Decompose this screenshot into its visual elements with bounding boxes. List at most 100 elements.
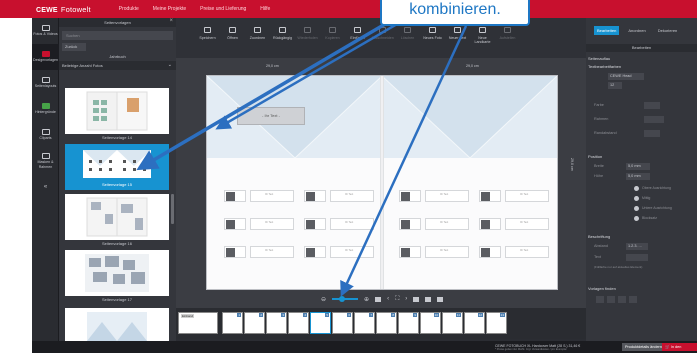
template-tile[interactable] <box>65 194 169 240</box>
thumbnail-cover[interactable]: Einband <box>178 312 218 334</box>
photo-cell[interactable] <box>224 190 246 202</box>
radio-justify[interactable] <box>634 216 639 221</box>
template-shortcut-icon[interactable] <box>607 296 615 303</box>
thumbnail-page[interactable]: 3 <box>266 312 287 334</box>
tab-decorate[interactable]: Dekorieren <box>655 26 681 35</box>
radio-bottom-align[interactable] <box>634 206 639 211</box>
thumbnail-page[interactable]: 1 <box>222 312 243 334</box>
template-tile[interactable] <box>65 250 169 296</box>
padding-input[interactable] <box>644 130 660 137</box>
zoom-slider-knob[interactable] <box>339 296 346 302</box>
view-grid-icon[interactable] <box>437 296 444 302</box>
photo-cell[interactable] <box>479 246 501 258</box>
photo-frame-right[interactable] <box>382 76 557 158</box>
section-position-title[interactable]: Position <box>588 154 695 159</box>
text-cell[interactable]: Ihr Text <box>425 246 469 258</box>
rail-item-backgrounds[interactable]: Hintergründe <box>32 96 59 122</box>
add-to-cart-button[interactable]: 🛒 In den Warenkorb <box>662 343 697 351</box>
radio-top-align[interactable] <box>634 186 639 191</box>
photo-cell[interactable] <box>304 246 326 258</box>
text-cell[interactable]: Ihr Text <box>330 190 374 202</box>
fit-page-icon[interactable] <box>375 296 382 302</box>
thumbnail-page[interactable]: 10 <box>420 312 441 334</box>
thumbnail-page[interactable]: 8 <box>376 312 397 334</box>
zoom-slider[interactable] <box>332 296 359 302</box>
text-cell[interactable]: Ihr Text <box>250 218 294 230</box>
close-icon[interactable]: × <box>169 18 173 24</box>
text-cell[interactable]: Ihr Text <box>250 190 294 202</box>
photo-cell[interactable] <box>304 218 326 230</box>
text-cell[interactable]: Ihr Text <box>250 246 294 258</box>
section-page-title[interactable]: Seitenauflau <box>588 56 695 61</box>
left-page[interactable]: - Ihr Text - Ihr Text Ihr Text Ihr Text … <box>207 76 382 289</box>
rail-item-templates[interactable]: Designvorlagen <box>32 44 59 70</box>
radio-center[interactable] <box>634 196 639 201</box>
next-page-icon[interactable]: › <box>405 296 407 302</box>
template-tile-selected[interactable]: Seitenvorlage 15 <box>65 144 169 190</box>
zoom-out-icon[interactable]: ⊖ <box>321 296 326 303</box>
template-shortcut-icon[interactable] <box>596 296 604 303</box>
photo-cell[interactable] <box>479 218 501 230</box>
assign-button[interactable]: Zuordnen <box>246 18 269 58</box>
photo-cell[interactable] <box>399 190 421 202</box>
photo-count-select[interactable]: Beliebige Anzahl Fotos ⌄ <box>59 61 176 70</box>
product-details-button[interactable]: Produktdetails ändern <box>622 343 665 351</box>
thumbnail-page[interactable]: 7 <box>354 312 375 334</box>
editing-canvas[interactable]: 29,0 cm 29,0 cm - Ihr Text - Ihr Text Ih… <box>176 58 586 308</box>
text-cell[interactable]: Ihr Text <box>330 218 374 230</box>
text-cell[interactable]: Ihr Text <box>505 190 549 202</box>
rail-item-layouts[interactable]: Seitenlayouts <box>32 70 59 96</box>
thumbnail-page[interactable]: 13 <box>486 312 507 334</box>
photo-cell[interactable] <box>304 190 326 202</box>
view-single-icon[interactable] <box>413 296 420 302</box>
rail-item-cliparts[interactable]: Cliparts <box>32 122 59 148</box>
rail-item-masks[interactable]: Masken & Rahmen <box>32 148 59 174</box>
tab-edit[interactable]: Bearbeiten <box>594 26 620 35</box>
font-select[interactable]: CEWE Head <box>608 73 644 80</box>
undo-button[interactable]: Rückgängig <box>271 18 294 58</box>
section-templates-title[interactable]: Vorlagen finden <box>588 286 695 291</box>
prev-page-icon[interactable]: ‹ <box>387 296 389 302</box>
view-spread-icon[interactable] <box>425 296 432 302</box>
frame-select[interactable] <box>644 116 664 123</box>
rail-collapse-button[interactable]: « <box>32 174 59 200</box>
nav-my-projects[interactable]: Meine Projekte <box>153 6 186 12</box>
thumbnail-page[interactable]: 6 <box>332 312 353 334</box>
photobook-spread[interactable]: - Ihr Text - Ihr Text Ihr Text Ihr Text … <box>207 76 557 289</box>
thumbnail-page[interactable]: 2 <box>244 312 265 334</box>
text-cell[interactable]: Ihr Text <box>330 246 374 258</box>
thumbnail-page[interactable]: 4 <box>288 312 309 334</box>
nav-help[interactable]: Hilfe <box>260 6 270 12</box>
caption-text-input[interactable] <box>626 254 648 261</box>
paste-button[interactable]: Einfügen <box>346 18 369 58</box>
numbering-select[interactable]: 1.2.3. ... <box>626 243 648 250</box>
height-input[interactable]: 5,0 mm <box>626 173 650 180</box>
width-input[interactable]: 5,0 mm <box>626 163 650 170</box>
redo-button[interactable]: Wiederholen <box>296 18 319 58</box>
rail-item-photos[interactable]: Fotos & Videos <box>32 18 59 44</box>
photo-cell[interactable] <box>224 218 246 230</box>
text-placeholder[interactable]: - Ihr Text - <box>237 107 305 125</box>
brand-logo[interactable]: CEWE Fotowelt <box>36 5 91 14</box>
panel-scrollbar[interactable] <box>171 194 174 224</box>
thumbnail-page[interactable]: 12 <box>464 312 485 334</box>
thumbnail-page[interactable]: 9 <box>398 312 419 334</box>
fullscreen-icon[interactable]: ⛶ <box>395 296 399 303</box>
photo-cell[interactable] <box>224 246 246 258</box>
text-cell[interactable]: Ihr Text <box>425 190 469 202</box>
photo-cell[interactable] <box>399 218 421 230</box>
thumbnail-page[interactable]: 5 <box>310 312 331 334</box>
template-tile[interactable] <box>65 88 169 134</box>
font-size-select[interactable]: 12 <box>608 82 622 89</box>
section-caption-title[interactable]: Beschriftung <box>588 234 695 239</box>
right-page[interactable]: Ihr Text Ihr Text Ihr Text Ihr Text Ihr … <box>382 76 557 289</box>
back-button[interactable]: Zurück <box>62 43 86 51</box>
thumbnail-page[interactable]: 11 <box>442 312 463 334</box>
template-shortcut-icon[interactable] <box>618 296 626 303</box>
text-cell[interactable]: Ihr Text <box>505 246 549 258</box>
nav-products[interactable]: Produkte <box>119 6 139 12</box>
tab-arrange[interactable]: Anordnen <box>625 26 648 35</box>
section-text-title[interactable]: Textbearbeitfarben <box>588 64 695 69</box>
color-picker[interactable] <box>644 102 660 109</box>
save-button[interactable]: Speichern <box>196 18 219 58</box>
